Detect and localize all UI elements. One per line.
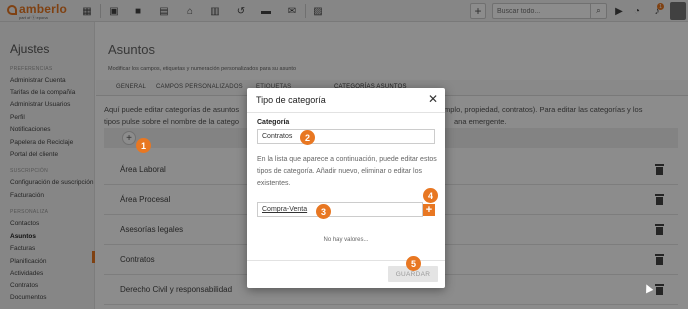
new-type-input[interactable]: Compra-Venta [257, 202, 423, 217]
category-field-label: Categoría [257, 119, 290, 126]
category-field[interactable]: Contratos [257, 129, 435, 144]
dialog-description: En la lista que aparece a continuación, … [257, 156, 437, 187]
close-icon[interactable]: ✕ [428, 92, 438, 106]
empty-list-text: No hay valores... [323, 237, 369, 243]
step-badge-4: 4 [423, 188, 438, 203]
step-badge-5: 5 [406, 256, 421, 271]
dialog-title: Tipo de categoría [256, 95, 326, 105]
add-type-button[interactable]: + [423, 204, 435, 216]
dialog-header-divider [247, 112, 445, 113]
step-badge-1: 1 [136, 138, 151, 153]
step-badge-2: 2 [300, 130, 315, 145]
step-badge-3: 3 [316, 204, 331, 219]
